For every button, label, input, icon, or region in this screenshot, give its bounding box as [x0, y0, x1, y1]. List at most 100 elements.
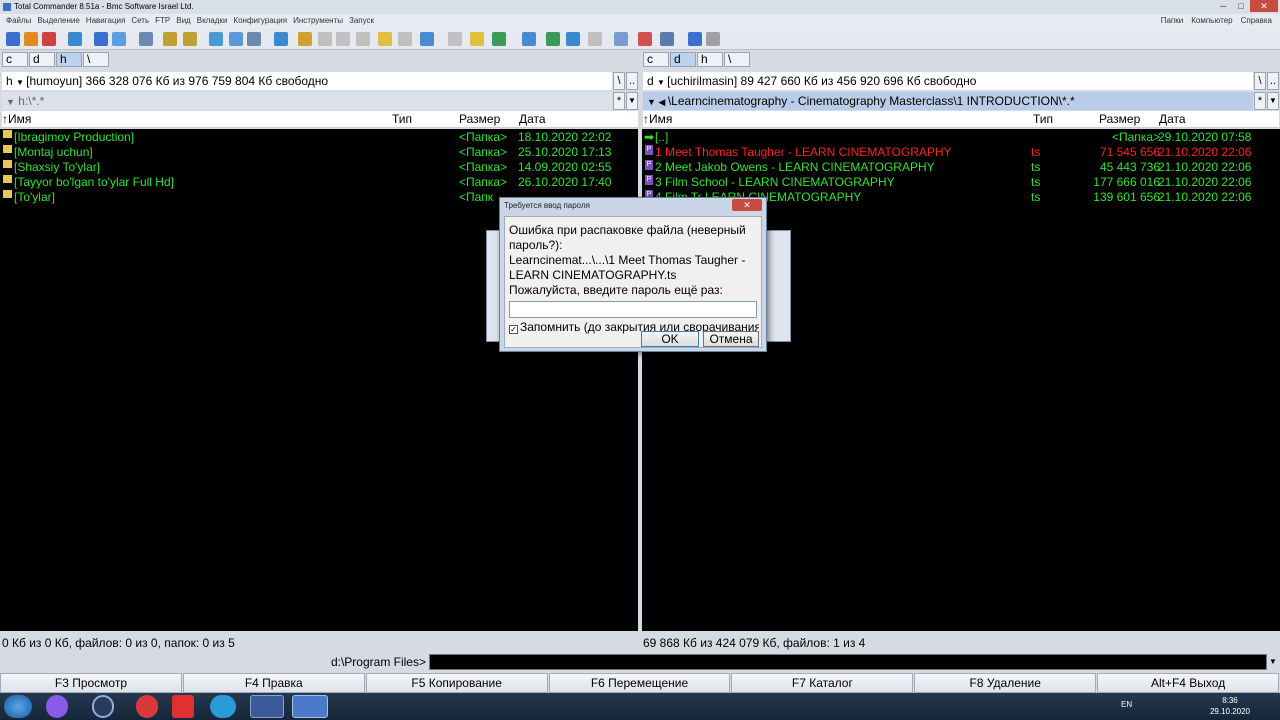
toolbar-button-icon[interactable]	[139, 32, 153, 46]
toolbar-button-icon[interactable]	[546, 32, 560, 46]
left-drive-network[interactable]: \	[83, 52, 109, 67]
table-row[interactable]: P1 Meet Thomas Taugher - LEARN CINEMATOG…	[644, 145, 1278, 160]
menu-item[interactable]: Сеть	[131, 16, 149, 25]
menu-right-item[interactable]: Компьютер	[1191, 16, 1232, 25]
toolbar-button-icon[interactable]	[706, 32, 720, 46]
right-history-button[interactable]: *	[1254, 92, 1266, 110]
left-history-button[interactable]: *	[613, 92, 625, 110]
toolbar-button-icon[interactable]	[247, 32, 261, 46]
right-col-size[interactable]: Размер	[1099, 111, 1140, 128]
toolbar-button-icon[interactable]	[183, 32, 197, 46]
f8-delete-button[interactable]: F8 Удаление	[914, 673, 1097, 693]
toolbar-button-icon[interactable]	[6, 32, 20, 46]
menu-right-item[interactable]: Папки	[1161, 16, 1184, 25]
cancel-button[interactable]: Отмена	[703, 331, 759, 347]
toolbar-button-icon[interactable]	[229, 32, 243, 46]
toolbar-button-icon[interactable]	[68, 32, 82, 46]
telegram-icon[interactable]	[210, 695, 236, 718]
right-drive-letter[interactable]: d	[647, 74, 654, 88]
right-col-date[interactable]: Дата	[1159, 111, 1186, 128]
f5-copy-button[interactable]: F5 Копирование	[365, 673, 548, 693]
language-indicator[interactable]: EN	[1121, 700, 1132, 709]
table-row[interactable]: P3 Film School - LEARN CINEMATOGRAPHY ts 1…	[644, 175, 1278, 190]
left-col-name[interactable]: ↑Имя	[2, 111, 31, 128]
right-hotlist-button[interactable]: ▼	[1267, 92, 1279, 110]
start-button[interactable]	[4, 695, 32, 718]
menu-item[interactable]: FTP	[155, 16, 170, 25]
f6-move-button[interactable]: F6 Перемещение	[548, 673, 731, 693]
menu-item[interactable]: Запуск	[349, 16, 374, 25]
right-root-button[interactable]: \	[1254, 72, 1266, 90]
left-col-date[interactable]: Дата	[519, 111, 546, 128]
f4-edit-button[interactable]: F4 Правка	[182, 673, 365, 693]
vivaldi-icon[interactable]	[136, 695, 158, 718]
toolbar-button-icon[interactable]	[398, 32, 412, 46]
left-drive-dropdown-icon[interactable]: ▼	[16, 78, 26, 87]
toolbar-button-icon[interactable]	[336, 32, 350, 46]
toolbar-button-icon[interactable]	[660, 32, 674, 46]
table-row[interactable]: [Ibragimov Production] <Папка> 18.10.2020 …	[2, 130, 636, 145]
table-row[interactable]: P2 Meet Jakob Owens - LEARN CINEMATOGRAP…	[644, 160, 1278, 175]
left-col-size[interactable]: Размер	[459, 111, 500, 128]
toolbar-button-icon[interactable]	[356, 32, 370, 46]
clock[interactable]: 8:36 29.10.2020	[1210, 695, 1250, 717]
ok-button[interactable]: OK	[641, 331, 699, 347]
toolbar-button-icon[interactable]	[448, 32, 462, 46]
table-row[interactable]: ➡ [..] <Папка> 29.10.2020 07:58	[644, 130, 1278, 145]
totalcmd-icon[interactable]	[250, 695, 284, 718]
f3-view-button[interactable]: F3 Просмотр	[0, 673, 182, 693]
cinema4d-icon[interactable]	[92, 695, 114, 718]
command-dropdown-icon[interactable]: ▼	[1267, 654, 1279, 670]
menu-item[interactable]: Вид	[176, 16, 190, 25]
toolbar-button-icon[interactable]	[24, 32, 38, 46]
menu-item[interactable]: Вкладки	[197, 16, 228, 25]
toolbar-button-icon[interactable]	[470, 32, 484, 46]
left-drive-h[interactable]: h	[56, 52, 82, 67]
right-col-name[interactable]: ↑Имя	[643, 111, 672, 128]
table-row[interactable]: [Tayyor bo'lgan to'ylar Full Hd] <Папка> 2…	[2, 175, 636, 190]
toolbar-button-icon[interactable]	[638, 32, 652, 46]
toolbar-button-icon[interactable]	[163, 32, 177, 46]
desktop-icon[interactable]	[292, 695, 328, 718]
toolbar-button-icon[interactable]	[209, 32, 223, 46]
close-icon[interactable]: ✕	[1250, 0, 1278, 12]
menu-item[interactable]: Навигация	[86, 16, 126, 25]
menu-right-item[interactable]: Справка	[1241, 16, 1272, 25]
left-drive-c[interactable]: c	[2, 52, 28, 67]
left-col-type[interactable]: Тип	[392, 111, 412, 128]
password-input[interactable]	[509, 301, 757, 318]
command-input[interactable]	[429, 654, 1267, 670]
toolbar-button-icon[interactable]	[522, 32, 536, 46]
left-drive-letter[interactable]: h	[6, 74, 13, 88]
toolbar-button-icon[interactable]	[298, 32, 312, 46]
toolbar-button-icon[interactable]	[492, 32, 506, 46]
left-hotlist-button[interactable]: ▼	[626, 92, 638, 110]
table-row[interactable]: [Montaj uchun] <Папка> 25.10.2020 17:13	[2, 145, 636, 160]
right-drive-network[interactable]: \	[724, 52, 750, 67]
f7-mkdir-button[interactable]: F7 Каталог	[731, 673, 914, 693]
right-path-header[interactable]: ▼ ◀ \Learncinematography - Cinematograph…	[643, 92, 1253, 110]
alice-icon[interactable]	[46, 695, 68, 718]
toolbar-button-icon[interactable]	[420, 32, 434, 46]
dialog-close-icon[interactable]: ✕	[732, 199, 762, 211]
toolbar-button-icon[interactable]	[318, 32, 332, 46]
menu-item[interactable]: Выделение	[37, 16, 79, 25]
left-path-header[interactable]: ▼ h:\*.*	[2, 92, 612, 110]
left-up-button[interactable]: ..	[626, 72, 638, 90]
toolbar-button-icon[interactable]	[588, 32, 602, 46]
altf4-exit-button[interactable]: Alt+F4 Выход	[1097, 673, 1280, 693]
toolbar-button-icon[interactable]	[378, 32, 392, 46]
toolbar-button-icon[interactable]	[566, 32, 580, 46]
toolbar-button-icon[interactable]	[688, 32, 702, 46]
right-drive-d[interactable]: d	[670, 52, 696, 67]
toolbar-button-icon[interactable]	[112, 32, 126, 46]
toolbar-button-icon[interactable]	[614, 32, 628, 46]
right-up-button[interactable]: ..	[1267, 72, 1279, 90]
right-drive-c[interactable]: c	[643, 52, 669, 67]
right-drive-h[interactable]: h	[697, 52, 723, 67]
toolbar-button-icon[interactable]	[94, 32, 108, 46]
right-col-type[interactable]: Тип	[1033, 111, 1053, 128]
menu-item[interactable]: Конфигурация	[233, 16, 287, 25]
toolbar-button-icon[interactable]	[42, 32, 56, 46]
right-drive-dropdown-icon[interactable]: ▼	[657, 78, 667, 87]
